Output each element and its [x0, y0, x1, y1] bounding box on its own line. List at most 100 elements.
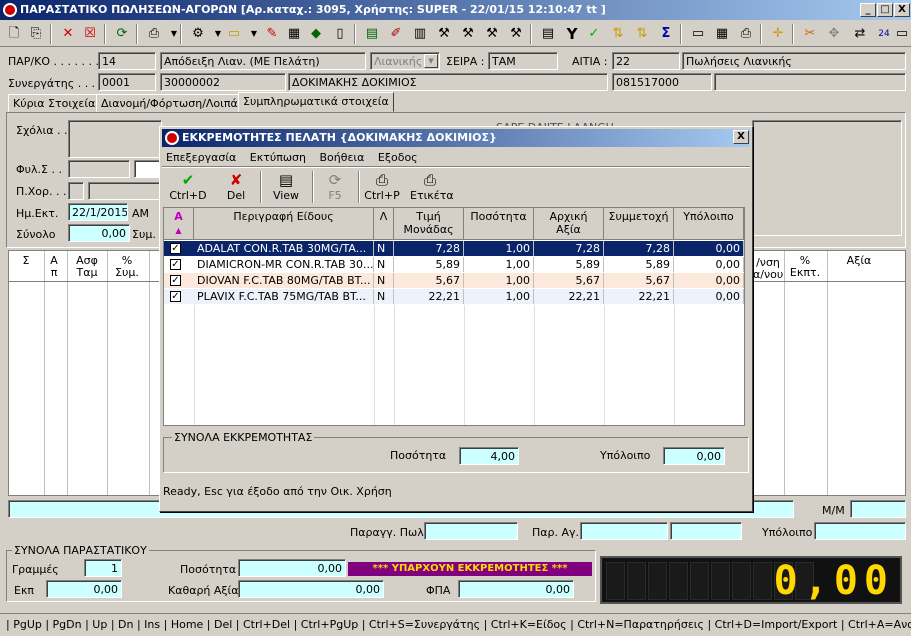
confirm-button[interactable]: ✔ Ctrl+D [168, 171, 208, 207]
screen-icon[interactable]: ▭ [892, 24, 911, 44]
fyl-extra-field[interactable] [134, 160, 160, 178]
tab-delivery[interactable]: Διανομή/Φόρτωση/Λοιπά [96, 94, 243, 112]
row-checkbox[interactable]: ✓ [170, 275, 181, 286]
ekp-field[interactable]: 0,00 [46, 580, 122, 598]
new-document-icon[interactable]: 🗋 [4, 24, 24, 44]
syn-num-field[interactable]: 30000002 [160, 73, 286, 91]
pin-icon[interactable]: ✛ [768, 24, 788, 44]
delete-icon[interactable]: ✕ [58, 24, 78, 44]
tab-main-info[interactable]: Κύρια Στοιχεία [8, 94, 101, 112]
list-icon[interactable]: ▥ [410, 24, 430, 44]
chevron-down-icon[interactable]: ▼ [424, 54, 438, 68]
dialog-rest-field[interactable]: 0,00 [663, 447, 725, 465]
close-button[interactable]: X [894, 3, 910, 17]
aitia-code-field[interactable]: 22 [612, 52, 680, 70]
col-desc-header[interactable]: Περιγραφή Είδους [194, 208, 374, 240]
kathari-field[interactable]: 0,00 [238, 580, 384, 598]
table-row[interactable]: ✓ DIAMICRON-MR CON.R.TAB 30... N 5,89 1,… [164, 257, 744, 272]
par-ag-extra-field[interactable] [670, 522, 742, 540]
syn-extra-field[interactable] [714, 73, 906, 91]
calendar-icon[interactable]: 24 [874, 24, 894, 44]
synolo-field[interactable]: 0,00 [68, 224, 130, 242]
sort-asc-icon[interactable]: ⇅ [608, 24, 628, 44]
paragg-field[interactable] [424, 522, 518, 540]
card-icon[interactable]: ▭ [688, 24, 708, 44]
table-row[interactable]: ✓ DIOVAN F.C.TAB 80MG/TAB BT... N 5,67 1… [164, 273, 744, 288]
cancel-doc-icon[interactable]: ☒ [80, 24, 100, 44]
aitia-desc-field[interactable]: Πωλήσεις Λιανικής [682, 52, 906, 70]
seira-field[interactable]: ΤΑΜ [488, 52, 558, 70]
settings-icon[interactable]: ⚙ [188, 24, 208, 44]
tab-supplementary[interactable]: Συμπληρωματικά στοιχεία [238, 92, 394, 112]
filter-icon[interactable]: Y [562, 24, 582, 44]
col-qty-header[interactable]: Ποσότητα [464, 208, 534, 240]
hammer-icon-3[interactable]: ⚒ [482, 24, 502, 44]
folder-icon[interactable]: ▭ [224, 24, 244, 44]
col-rest-header[interactable]: Υπόλοιπο [674, 208, 744, 240]
col-price-header[interactable]: Τιμή Μονάδας [394, 208, 464, 240]
syn-code-field[interactable]: 0001 [98, 73, 156, 91]
notes-icon[interactable]: ▤ [538, 24, 558, 44]
printer-small-icon[interactable]: ⎙ [736, 24, 756, 44]
menu-exit[interactable]: Εξοδος [378, 151, 418, 164]
export-icon[interactable]: ▤ [362, 24, 382, 44]
col-share-header[interactable]: Συμμετοχή [604, 208, 674, 240]
sum-icon[interactable]: Σ [656, 24, 676, 44]
par-type-select[interactable]: Λιανικής ▼ [370, 52, 440, 70]
print-icon[interactable]: ⎙ [144, 24, 164, 44]
table-row[interactable]: ✓ ADALAT CON.R.TAB 30MG/TA... N 7,28 1,0… [164, 241, 744, 256]
tools-icon[interactable]: ✐ [386, 24, 406, 44]
document-icon[interactable]: ▯ [330, 24, 350, 44]
menu-print[interactable]: Εκτύπωση [250, 151, 306, 164]
table-row[interactable]: ✓ PLAVIX F.C.TAB 75MG/TAB BT... N 22,21 … [164, 289, 744, 304]
dialog-qty-field[interactable]: 4,00 [459, 447, 519, 465]
pending-items-grid[interactable]: A ▲ Περιγραφή Είδους Λ Τιμή Μονάδας Ποσότ… [163, 207, 745, 426]
check-icon[interactable]: ✓ [584, 24, 604, 44]
pxor-check[interactable] [68, 182, 84, 200]
minimize-button[interactable]: _ [860, 3, 876, 17]
open-icon[interactable]: ⎘ [26, 24, 46, 44]
par-code-field[interactable]: 14 [98, 52, 156, 70]
hammer-icon-4[interactable]: ⚒ [506, 24, 526, 44]
label-button[interactable]: ⎙ Ετικέτα [410, 171, 454, 207]
hammer-icon-2[interactable]: ⚒ [458, 24, 478, 44]
pxor-field[interactable] [88, 182, 160, 200]
posotita-field[interactable]: 0,00 [238, 559, 346, 577]
edit-icon[interactable]: ✎ [262, 24, 282, 44]
par-desc-field[interactable]: Απόδειξη Λιαν. (ΜΕ Πελάτη) [160, 52, 366, 70]
folder-dropdown-icon[interactable]: ▼ [244, 24, 264, 44]
dialog-close-button[interactable]: X [733, 130, 749, 144]
cursor-icon[interactable]: ✥ [824, 24, 844, 44]
print-button[interactable]: ⎙ Ctrl+P [362, 171, 402, 207]
grid-icon[interactable]: ▦ [712, 24, 732, 44]
grammes-field[interactable]: 1 [84, 559, 122, 577]
row-checkbox[interactable]: ✓ [170, 291, 181, 302]
ypoloipo-field[interactable] [814, 522, 906, 540]
syn-afm-field[interactable]: 081517000 [612, 73, 712, 91]
col-initial-header[interactable]: Αρχική Αξία [534, 208, 604, 240]
menu-edit[interactable]: Επεξεργασία [166, 151, 236, 164]
syn-name-field[interactable]: ΔΟΚΙΜΑΚΗΣ ΔΟΚΙΜΙΟΣ [288, 73, 608, 91]
row-checkbox[interactable]: ✓ [170, 243, 181, 254]
menu-help[interactable]: Βοήθεια [320, 151, 365, 164]
refresh-icon[interactable]: ⟳ [112, 24, 132, 44]
sort-indicator-header[interactable]: A ▲ [164, 208, 194, 240]
col-l-header[interactable]: Λ [374, 208, 394, 240]
fpa-field[interactable]: 0,00 [458, 580, 574, 598]
view-button[interactable]: ▤ View [268, 171, 304, 207]
row-checkbox[interactable]: ✓ [170, 259, 181, 270]
mm-field[interactable] [850, 500, 906, 518]
hammer-icon-1[interactable]: ⚒ [434, 24, 454, 44]
maximize-button[interactable]: □ [877, 3, 893, 17]
calculator-icon[interactable]: ▦ [284, 24, 304, 44]
par-ag-field[interactable] [580, 522, 668, 540]
arrows-icon[interactable]: ⇄ [850, 24, 870, 44]
delete-button[interactable]: ✘ Del [220, 171, 252, 207]
hmekt-field[interactable]: 22/1/2015 [68, 203, 128, 221]
chat-icon[interactable]: ◆ [306, 24, 326, 44]
refresh-button[interactable]: ⟳ F5 [320, 171, 350, 207]
sort-desc-icon[interactable]: ⇅ [632, 24, 652, 44]
wrench-icon[interactable]: ✂ [800, 24, 820, 44]
sxolia-field[interactable] [68, 120, 162, 158]
fyl-field[interactable] [68, 160, 130, 178]
